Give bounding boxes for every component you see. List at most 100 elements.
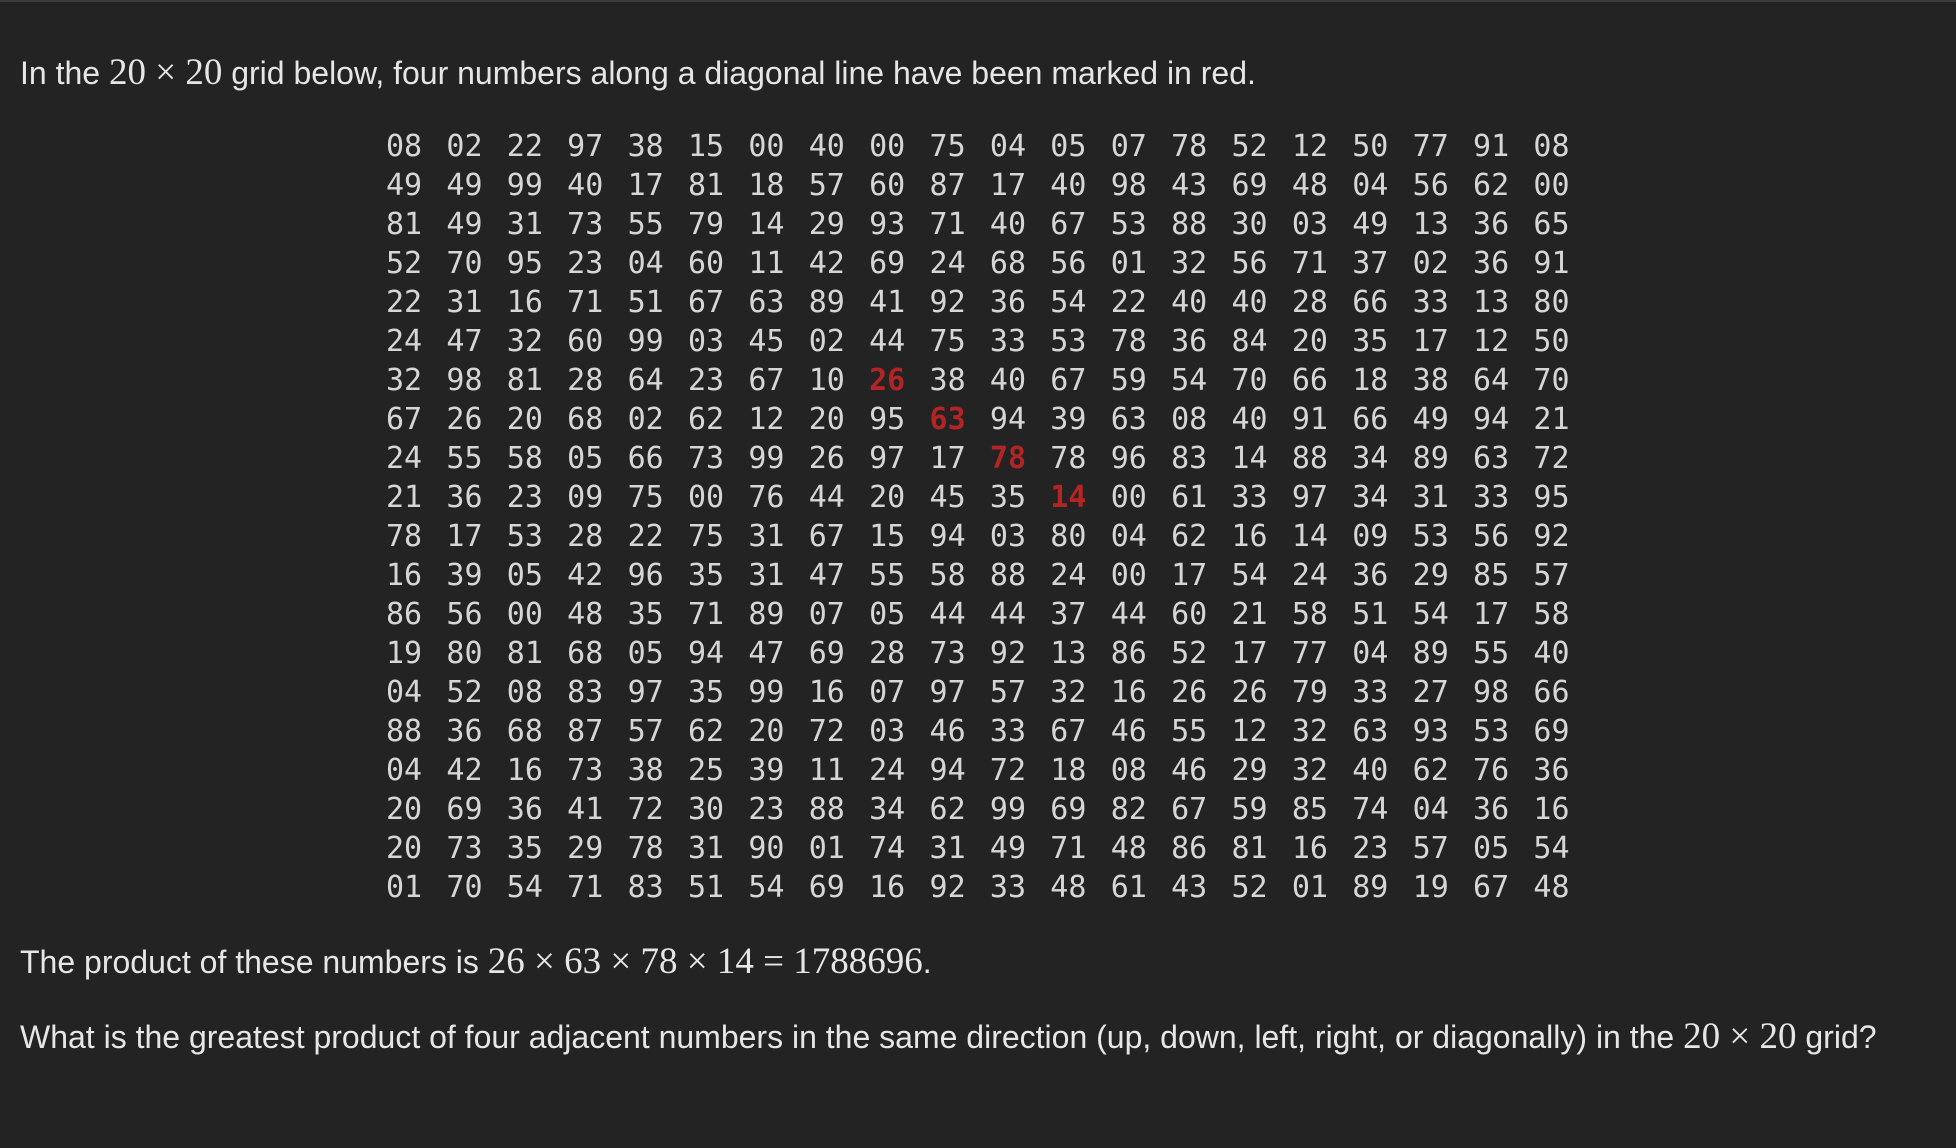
grid-cell: 96 xyxy=(1110,441,1147,476)
grid-cell: 35 xyxy=(989,480,1027,515)
grid-cell: 07 xyxy=(1110,129,1147,164)
grid-cell: 72 xyxy=(808,714,845,749)
grid-cell: 54 xyxy=(1533,831,1570,866)
grid-cell: 29 xyxy=(1412,558,1449,593)
grid-cell: 33 xyxy=(1352,675,1389,710)
grid-cell: 05 xyxy=(1050,129,1087,164)
grid-cell: 83 xyxy=(627,870,664,905)
grid-cell: 32 xyxy=(1291,753,1328,788)
grid-cell: 33 xyxy=(989,324,1027,359)
grid-cell: 36 xyxy=(446,714,483,749)
grid-cell: 38 xyxy=(627,753,664,788)
grid-cell: 58 xyxy=(1291,597,1328,632)
grid-cell: 09 xyxy=(1352,519,1389,554)
grid-cell: 20 xyxy=(1291,324,1328,359)
grid-cell: 30 xyxy=(1231,207,1268,242)
grid-cell: 97 xyxy=(1291,480,1328,515)
grid-cell: 69 xyxy=(869,246,906,281)
grid-cell: 05 xyxy=(567,441,604,476)
grid-cell: 80 xyxy=(1050,519,1087,554)
grid-cell: 91 xyxy=(1473,129,1510,164)
grid-cell: 16 xyxy=(506,285,543,320)
grid-cell: 50 xyxy=(1352,129,1389,164)
grid-cell: 24 xyxy=(1291,558,1328,593)
grid-cell: 17 xyxy=(929,441,966,476)
grid-cell: 49 xyxy=(386,168,423,203)
grid-cell: 89 xyxy=(1412,636,1449,671)
grid-cell: 22 xyxy=(1110,285,1147,320)
grid-cell: 26 xyxy=(1171,675,1208,710)
grid-cell: 00 xyxy=(506,597,543,632)
grid-cell: 26 xyxy=(808,441,845,476)
grid-cell: 04 xyxy=(1352,636,1389,671)
grid-cell: 31 xyxy=(748,558,785,593)
grid-cell: 23 xyxy=(748,792,785,827)
grid-cell: 51 xyxy=(687,870,725,905)
grid-cell: 35 xyxy=(506,831,543,866)
grid-cell: 18 xyxy=(748,168,785,203)
grid-cell: 12 xyxy=(1231,714,1268,749)
product-text-before: The product of these numbers is xyxy=(20,944,488,980)
grid-cell: 10 xyxy=(808,363,845,398)
grid-cell: 56 xyxy=(1231,246,1268,281)
grid-cell: 54 xyxy=(1171,363,1208,398)
grid-cell: 32 xyxy=(386,363,423,398)
grid-cell: 76 xyxy=(1473,753,1510,788)
grid-cell: 64 xyxy=(1473,363,1510,398)
grid-cell: 42 xyxy=(808,246,845,281)
grid-cell: 01 xyxy=(1110,246,1147,281)
grid-cell: 12 xyxy=(748,402,785,437)
grid-cell: 08 xyxy=(1533,129,1570,164)
grid-row: 22 31 16 71 51 67 63 89 41 92 36 54 22 40 40 28 66 33 13 80 xyxy=(386,283,1594,322)
grid-cell: 70 xyxy=(1533,363,1570,398)
grid-cell: 20 xyxy=(869,480,906,515)
grid-cell: 16 xyxy=(1231,519,1268,554)
grid-cell: 36 xyxy=(506,792,543,827)
grid-cell: 28 xyxy=(869,636,906,671)
grid-cell: 89 xyxy=(808,285,845,320)
grid-cell: 20 xyxy=(808,402,845,437)
grid-cell: 24 xyxy=(929,246,966,281)
grid-cell: 32 xyxy=(506,324,543,359)
grid-cell: 01 xyxy=(1291,870,1328,905)
grid-cell: 62 xyxy=(687,402,725,437)
grid-cell: 49 xyxy=(989,831,1027,866)
grid-cell: 68 xyxy=(567,402,604,437)
grid-cell: 02 xyxy=(446,129,483,164)
grid-cell: 88 xyxy=(1291,441,1328,476)
grid-cell: 44 xyxy=(989,597,1027,632)
grid-cell: 46 xyxy=(1110,714,1147,749)
grid-cell: 29 xyxy=(1231,753,1268,788)
grid-cell: 88 xyxy=(1171,207,1208,242)
grid-cell-marked: 63 xyxy=(929,402,966,437)
grid-cell: 72 xyxy=(989,753,1027,788)
grid-cell: 40 xyxy=(989,207,1027,242)
grid-cell: 01 xyxy=(808,831,845,866)
grid-cell: 39 xyxy=(446,558,483,593)
grid-cell: 52 xyxy=(1231,129,1268,164)
grid-cell: 21 xyxy=(1533,402,1570,437)
grid-cell: 77 xyxy=(1412,129,1449,164)
grid-cell: 57 xyxy=(627,714,664,749)
grid-cell: 73 xyxy=(567,753,604,788)
grid-cell: 75 xyxy=(627,480,664,515)
grid-cell: 37 xyxy=(1352,246,1389,281)
grid-cell: 56 xyxy=(1473,519,1510,554)
grid-cell: 41 xyxy=(869,285,906,320)
grid-cell: 36 xyxy=(989,285,1027,320)
grid-cell: 07 xyxy=(808,597,845,632)
grid-cell: 49 xyxy=(446,168,483,203)
grid-cell-marked: 14 xyxy=(1050,480,1087,515)
grid-cell: 60 xyxy=(869,168,906,203)
grid-cell: 36 xyxy=(1473,246,1510,281)
grid-cell: 99 xyxy=(748,675,785,710)
grid-cell: 17 xyxy=(1171,558,1208,593)
grid-cell: 17 xyxy=(1231,636,1268,671)
grid-cell: 08 xyxy=(1110,753,1147,788)
grid-cell: 38 xyxy=(1412,363,1449,398)
grid-cell: 62 xyxy=(929,792,966,827)
grid-cell: 80 xyxy=(446,636,483,671)
grid-cell: 60 xyxy=(687,246,725,281)
grid-cell: 49 xyxy=(446,207,483,242)
grid-cell: 68 xyxy=(567,636,604,671)
